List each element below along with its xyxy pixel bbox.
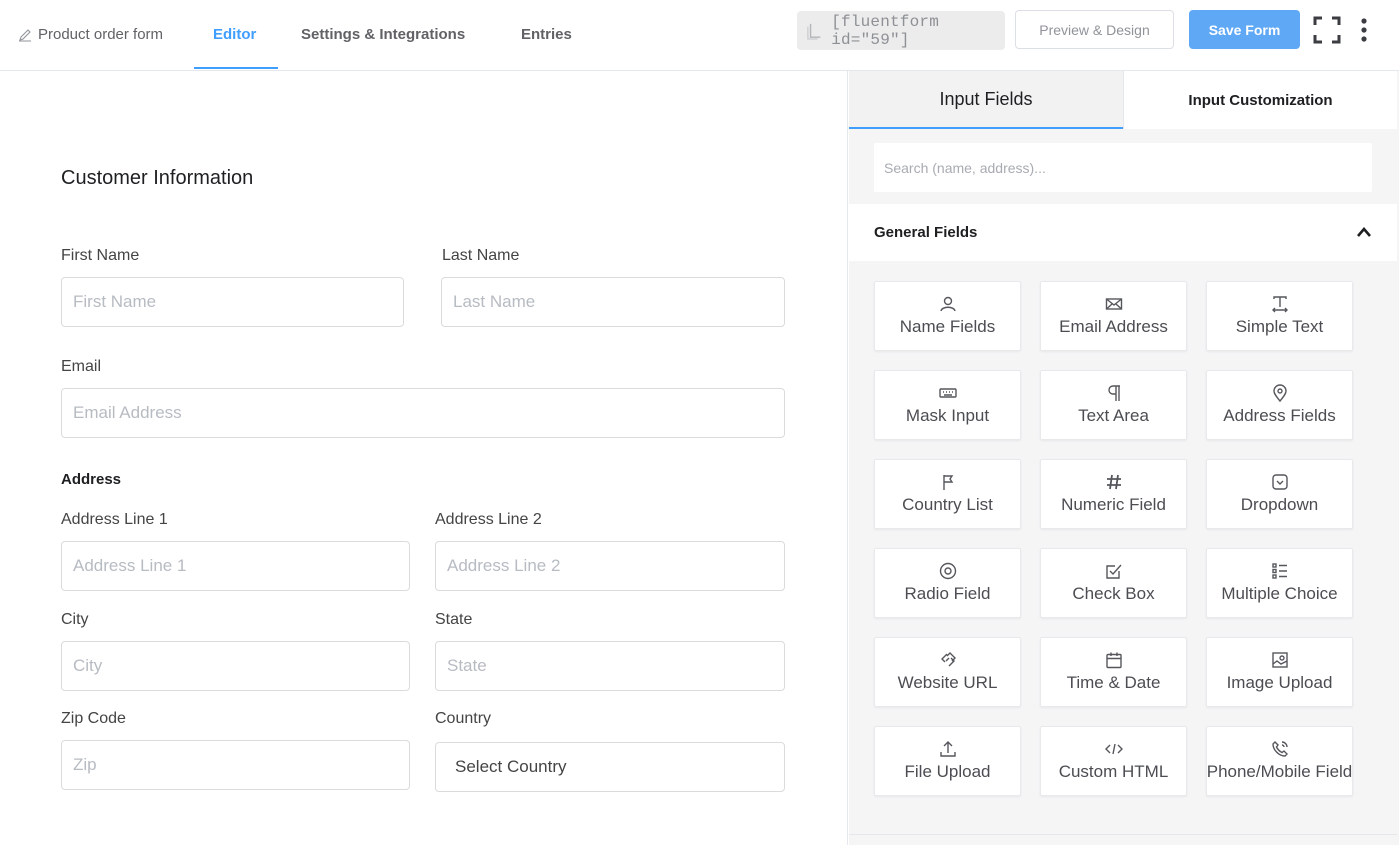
dropdown-icon <box>1271 474 1288 490</box>
field-card-email-address[interactable]: Email Address <box>1040 281 1187 351</box>
checkbox-icon <box>1105 564 1122 579</box>
email-label: Email <box>61 358 102 375</box>
field-card-phone-mobile-field[interactable]: Phone/Mobile Field <box>1206 726 1353 796</box>
preview-design-button[interactable]: Preview & Design <box>1015 10 1174 49</box>
tab-entries[interactable]: Entries <box>521 26 572 43</box>
field-card-file-upload[interactable]: File Upload <box>874 726 1021 796</box>
field-card-website-url[interactable]: Website URL <box>874 637 1021 707</box>
image-icon <box>1271 652 1288 668</box>
calendar-icon <box>1105 652 1122 669</box>
chevron-up-icon[interactable] <box>1356 226 1372 238</box>
map-pin-icon <box>1272 384 1287 402</box>
more-options-icon[interactable] <box>1356 16 1372 44</box>
address-line-1-label: Address Line 1 <box>61 511 168 528</box>
section-title: Customer Information <box>61 167 254 189</box>
active-tab-indicator <box>194 67 278 69</box>
zip-input[interactable]: Zip <box>61 740 410 790</box>
hash-icon <box>1106 474 1121 490</box>
address-heading: Address <box>61 471 122 488</box>
tab-input-fields[interactable]: Input Fields <box>849 71 1123 129</box>
first-name-label: First Name <box>61 247 140 264</box>
envelope-icon <box>1105 298 1122 310</box>
fields-panel: Input Fields Input Customization Search … <box>849 71 1399 845</box>
upload-icon <box>939 741 956 757</box>
paragraph-icon <box>1107 385 1120 401</box>
field-card-custom-html[interactable]: Custom HTML <box>1040 726 1187 796</box>
shortcode-copy[interactable]: [fluentform id="59"] <box>797 11 1005 50</box>
field-card-address-fields[interactable]: Address Fields <box>1206 370 1353 440</box>
tab-editor[interactable]: Editor <box>213 26 256 43</box>
field-card-numeric-field[interactable]: Numeric Field <box>1040 459 1187 529</box>
field-card-mask-input[interactable]: Mask Input <box>874 370 1021 440</box>
keyboard-icon <box>938 388 957 398</box>
address-line-2-input[interactable]: Address Line 2 <box>435 541 785 591</box>
phone-icon <box>1271 741 1288 757</box>
copy-icon <box>807 23 821 40</box>
field-card-name-fields[interactable]: Name Fields <box>874 281 1021 351</box>
first-name-input[interactable]: First Name <box>61 277 404 327</box>
country-select[interactable]: Select Country <box>435 742 785 792</box>
zip-code-label: Zip Code <box>61 710 126 727</box>
state-input[interactable]: State <box>435 641 785 691</box>
field-card-text-area[interactable]: Text Area <box>1040 370 1187 440</box>
fullscreen-icon[interactable] <box>1313 16 1341 44</box>
flag-icon <box>942 475 953 490</box>
field-card-radio-field[interactable]: Radio Field <box>874 548 1021 618</box>
field-card-multiple-choice[interactable]: Multiple Choice <box>1206 548 1353 618</box>
link-icon <box>940 652 956 667</box>
field-card-country-list[interactable]: Country List <box>874 459 1021 529</box>
save-form-button[interactable]: Save Form <box>1189 10 1300 49</box>
state-label: State <box>435 611 473 628</box>
code-icon <box>1104 743 1123 755</box>
last-name-label: Last Name <box>442 247 520 264</box>
text-icon <box>1271 296 1288 313</box>
form-editor-canvas: Customer Information First Name First Na… <box>0 71 848 845</box>
field-card-simple-text[interactable]: Simple Text <box>1206 281 1353 351</box>
country-label: Country <box>435 710 492 727</box>
radio-icon <box>939 562 956 580</box>
field-search-input[interactable]: Search (name, address)... <box>874 143 1372 192</box>
field-card-check-box[interactable]: Check Box <box>1040 548 1187 618</box>
address-line-2-label: Address Line 2 <box>435 511 542 528</box>
edit-icon <box>19 28 31 42</box>
top-bar: Product order form Editor Settings & Int… <box>0 0 1399 71</box>
address-line-1-input[interactable]: Address Line 1 <box>61 541 410 591</box>
city-label: City <box>61 611 89 628</box>
breadcrumb[interactable]: Product order form <box>18 26 163 43</box>
list-icon <box>1271 563 1287 579</box>
field-grid: Name Fields Email Address Simple Text Ma… <box>849 261 1397 835</box>
email-input[interactable]: Email Address <box>61 388 785 438</box>
user-icon <box>939 296 956 312</box>
tab-settings-integrations[interactable]: Settings & Integrations <box>301 26 465 43</box>
group-title: General Fields <box>874 224 978 241</box>
tab-input-customization[interactable]: Input Customization <box>1123 71 1397 129</box>
general-fields-group-header[interactable]: General Fields <box>849 204 1397 261</box>
field-card-image-upload[interactable]: Image Upload <box>1206 637 1353 707</box>
field-card-dropdown[interactable]: Dropdown <box>1206 459 1353 529</box>
field-card-time-date[interactable]: Time & Date <box>1040 637 1187 707</box>
city-input[interactable]: City <box>61 641 410 691</box>
last-name-input[interactable]: Last Name <box>441 277 785 327</box>
shortcode-text: [fluentform id="59"] <box>831 12 940 49</box>
form-name: Product order form <box>38 26 164 43</box>
